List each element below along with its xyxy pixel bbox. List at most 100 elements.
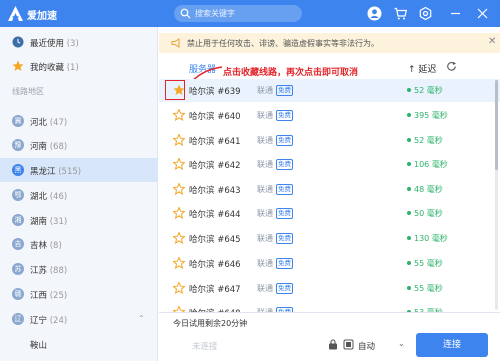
- server-name: 哈尔滨 #643: [189, 186, 241, 196]
- scrollbar-thumb[interactable]: [495, 80, 498, 170]
- server-latency: 50 毫秒: [414, 209, 443, 218]
- server-name: 哈尔滨 #646: [189, 260, 241, 270]
- close-icon[interactable]: [475, 6, 490, 21]
- star-outline-icon[interactable]: [173, 109, 185, 121]
- server-isp: 联通: [257, 234, 273, 243]
- star-outline-icon[interactable]: [173, 158, 185, 170]
- server-row[interactable]: 哈尔滨 #644 联通 免费 50 毫秒: [159, 202, 500, 225]
- sidebar-item-label: 我的收藏 (1): [30, 63, 79, 73]
- server-row[interactable]: 哈尔滨 #639 联通 免费 52 毫秒: [159, 79, 500, 102]
- server-row[interactable]: 哈尔滨 #640 联通 免费 395 毫秒: [159, 104, 500, 127]
- server-row[interactable]: 哈尔滨 #641 联通 免费 52 毫秒: [159, 129, 500, 152]
- free-badge: 免费: [276, 85, 293, 96]
- column-header-latency[interactable]: ↑ 延迟: [408, 62, 436, 75]
- sidebar-item-label: 河北 (47): [30, 118, 68, 128]
- lock-icon[interactable]: [328, 339, 338, 350]
- server-row[interactable]: 哈尔滨 #642 联通 免费 106 毫秒: [159, 153, 500, 176]
- chevron-up-icon: ⌃: [138, 314, 145, 323]
- star-highlight-box: [165, 80, 185, 100]
- sidebar-item-label: 湖南 (31): [30, 217, 68, 227]
- free-badge: 免费: [276, 184, 293, 195]
- notice-close-icon[interactable]: ✕: [488, 36, 496, 47]
- server-isp: 联通: [257, 259, 273, 268]
- avatar-icon[interactable]: [367, 6, 382, 21]
- region-icon: 辽: [12, 313, 24, 325]
- sidebar-item-label: 江苏 (88): [30, 266, 68, 276]
- star-outline-icon[interactable]: [173, 232, 185, 244]
- server-name: 哈尔滨 #641: [189, 137, 241, 147]
- server-isp: 联通: [257, 111, 273, 120]
- annotation-text: 点击收藏线路，再次点击即可取消: [223, 68, 359, 78]
- server-latency: 55 毫秒: [414, 284, 443, 293]
- sidebar-item-jilin[interactable]: 吉 吉林 (8): [0, 232, 158, 256]
- star-outline-icon[interactable]: [173, 134, 185, 146]
- star-outline-icon[interactable]: [173, 183, 185, 195]
- search-box[interactable]: 搜索关键字: [174, 5, 302, 22]
- sidebar-item-label: 黑龙江 (515): [30, 167, 82, 177]
- settings-icon[interactable]: [418, 6, 433, 21]
- mode-select[interactable]: 自动: [358, 340, 375, 352]
- megaphone-icon: [171, 38, 180, 48]
- cart-icon[interactable]: [393, 6, 408, 21]
- free-badge: 免费: [276, 110, 293, 121]
- title-bar: 爱加速 搜索关键字: [0, 0, 500, 27]
- sidebar-item-liaoning[interactable]: 辽 辽宁 (24) ⌃: [0, 307, 158, 331]
- sidebar-item-jiangxi[interactable]: 赣 江西 (25): [0, 282, 158, 306]
- free-badge: 免费: [276, 233, 293, 244]
- sidebar-item-hubei[interactable]: 鄂 湖北 (46): [0, 183, 158, 207]
- sidebar-item-label: 辽宁 (24): [30, 316, 68, 326]
- sidebar-item-jiangsu[interactable]: 苏 江苏 (88): [0, 257, 158, 281]
- clock-icon: [12, 36, 24, 48]
- chevron-down-icon[interactable]: ⌄: [398, 339, 405, 348]
- connection-status: 未连接: [192, 342, 218, 352]
- server-name: 哈尔滨 #645: [189, 235, 241, 245]
- server-row[interactable]: 哈尔滨 #646 联通 免费 55 毫秒: [159, 252, 500, 275]
- search-input[interactable]: 搜索关键字: [195, 8, 235, 19]
- star-outline-icon[interactable]: [173, 257, 185, 269]
- server-row[interactable]: 哈尔滨 #648联通免费53 毫秒: [159, 301, 500, 312]
- star-outline-icon[interactable]: [173, 207, 185, 219]
- server-isp: 联通: [257, 284, 273, 293]
- region-icon: 湘: [12, 214, 24, 226]
- server-row[interactable]: 哈尔滨 #643 联通 免费 48 毫秒: [159, 178, 500, 201]
- region-icon: 苏: [12, 263, 24, 275]
- star-outline-icon[interactable]: [173, 282, 185, 294]
- server-row[interactable]: 哈尔滨 #645 联通 免费 130 毫秒: [159, 227, 500, 250]
- server-latency: 106 毫秒: [414, 160, 448, 169]
- server-isp: 联通: [257, 136, 273, 145]
- sidebar-item-hunan[interactable]: 湘 湖南 (31): [0, 208, 158, 232]
- server-latency: 55 毫秒: [414, 259, 443, 268]
- server-isp: 联通: [257, 160, 273, 169]
- notice-bar: 禁止用于任何攻击、诽谤、骗造虚假事实等非法行为。: [159, 33, 500, 53]
- connect-button[interactable]: 连接: [416, 333, 488, 357]
- minimize-icon[interactable]: [448, 6, 463, 21]
- sidebar-item-favorites[interactable]: 我的收藏 (1): [0, 54, 158, 78]
- server-latency: 48 毫秒: [414, 185, 443, 194]
- region-icon: 豫: [12, 139, 24, 151]
- sidebar-item-label: 最近使用 (3): [30, 39, 79, 49]
- sidebar-subitem-anshan[interactable]: 鞍山: [0, 332, 158, 356]
- free-badge: 免费: [276, 159, 293, 170]
- trial-remaining-text: 今日试用剩余20分钟: [173, 319, 248, 328]
- free-badge: 免费: [276, 208, 293, 219]
- region-icon: 吉: [12, 238, 24, 250]
- app-logo-icon: [8, 6, 23, 21]
- search-icon: [180, 8, 191, 19]
- region-icon: 赣: [12, 288, 24, 300]
- region-icon: 冀: [12, 115, 24, 127]
- server-isp: 联通: [257, 185, 273, 194]
- free-badge: 免费: [276, 283, 293, 294]
- sidebar-item-henan[interactable]: 豫 河南 (68): [0, 133, 158, 157]
- sidebar-item-label: 湖北 (46): [30, 192, 68, 202]
- server-row[interactable]: 哈尔滨 #647 联通 免费 55 毫秒: [159, 277, 500, 300]
- sidebar-item-recent[interactable]: 最近使用 (3): [0, 30, 158, 54]
- sidebar-item-label: 河南 (68): [30, 142, 68, 152]
- free-badge: 免费: [276, 258, 293, 269]
- server-latency: 130 毫秒: [414, 234, 448, 243]
- sidebar-item-hebei[interactable]: 冀 河北 (47): [0, 109, 158, 133]
- sidebar-item-heilongjiang[interactable]: 黑 黑龙江 (515): [0, 158, 158, 182]
- server-name: 哈尔滨 #647: [189, 285, 241, 295]
- mode-icon: [343, 339, 354, 350]
- server-name: 哈尔滨 #644: [189, 210, 241, 220]
- refresh-icon[interactable]: [446, 61, 457, 72]
